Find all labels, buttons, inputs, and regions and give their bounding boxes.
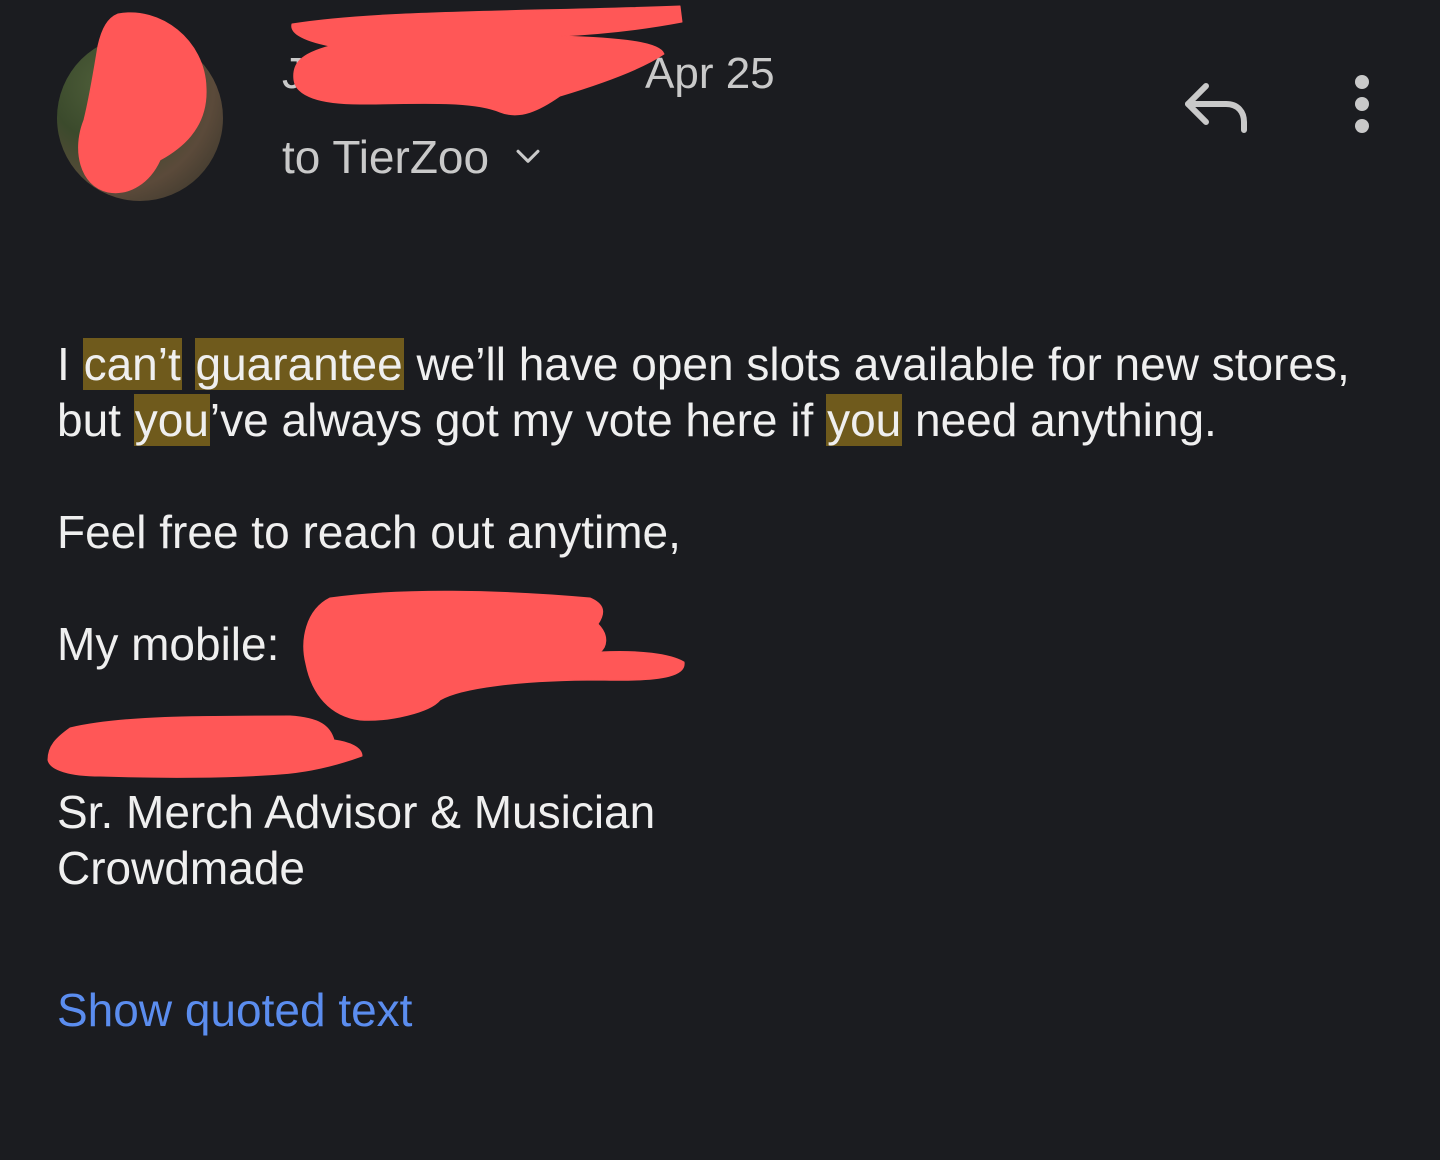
more-vertical-icon — [1355, 75, 1369, 133]
reply-icon — [1185, 83, 1247, 133]
search-highlight: can’t — [82, 338, 182, 390]
sender-name: J — [282, 49, 304, 98]
search-highlight: you — [826, 394, 903, 446]
signature-company: Crowdmade — [57, 842, 305, 894]
mobile-label: My mobile: — [57, 618, 280, 670]
text-segment: ’ve always got my vote here if — [209, 394, 827, 446]
text-segment: but — [57, 394, 134, 446]
more-options-button[interactable] — [1334, 70, 1390, 140]
search-highlight: you — [133, 394, 210, 446]
search-highlight: guarantee — [194, 338, 404, 390]
reply-button[interactable] — [1180, 74, 1252, 138]
closing-line: Feel free to reach out anytime, — [57, 506, 681, 558]
sender-avatar[interactable] — [57, 35, 223, 201]
email-date: Apr 25 — [645, 49, 775, 98]
chevron-down-icon[interactable] — [511, 140, 545, 174]
text-segment — [182, 338, 195, 390]
recipient-line[interactable]: to TierZoo — [282, 130, 545, 184]
show-quoted-text-link[interactable]: Show quoted text — [57, 982, 412, 1038]
message-line-2: but you’ve always got my vote here if yo… — [57, 392, 1217, 448]
signature-title: Sr. Merch Advisor & Musician — [57, 786, 656, 838]
text-segment: I — [57, 338, 83, 390]
text-segment: we’ll have open slots available for new … — [403, 338, 1350, 390]
message-line-1: I can’t guarantee we’ll have open slots … — [57, 336, 1350, 392]
text-segment: need anything. — [902, 394, 1217, 446]
recipient-label: to TierZoo — [282, 131, 490, 183]
